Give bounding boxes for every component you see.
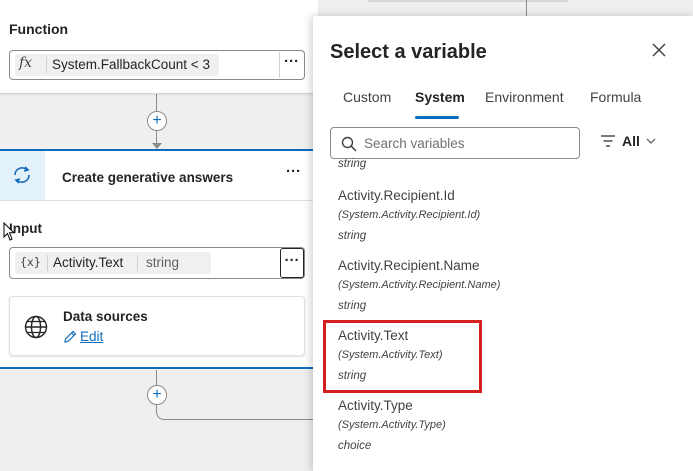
canvas-connector — [526, 0, 527, 16]
generative-answers-node-card[interactable]: Create generative answers ··· Input {x} … — [0, 149, 318, 369]
filter-label: All — [622, 133, 640, 149]
chip-divider — [47, 255, 48, 271]
select-variable-panel: Select a variable Custom System Environm… — [313, 16, 693, 471]
edit-data-sources-link[interactable]: Edit — [63, 329, 103, 344]
generative-answers-icon — [14, 166, 30, 184]
highlight-box — [323, 320, 482, 393]
input-more-button[interactable]: ··· — [280, 248, 304, 278]
edit-link-label: Edit — [80, 329, 104, 344]
add-node-button[interactable]: + — [147, 385, 167, 405]
pencil-icon — [64, 330, 77, 343]
condition-node-card[interactable]: Function fx System.FallbackCount < 3 ··· — [0, 0, 318, 94]
filter-dropdown[interactable]: All — [600, 133, 656, 149]
variable-name: Activity.Recipient.Name — [338, 258, 480, 273]
function-expression-field[interactable]: fx System.FallbackCount < 3 ··· — [9, 50, 305, 80]
panel-title: Select a variable — [330, 41, 487, 63]
variable-type: string — [146, 255, 180, 270]
search-input[interactable] — [364, 133, 574, 153]
add-node-button[interactable]: + — [147, 111, 167, 131]
node-title: Create generative answers — [62, 170, 234, 185]
active-tab-indicator — [415, 116, 459, 119]
variable-path: (System.Activity.Type) — [338, 419, 446, 431]
list-item-type: string — [338, 158, 367, 170]
divider — [0, 200, 318, 201]
chevron-down-icon — [646, 138, 656, 144]
filter-icon — [601, 135, 615, 147]
variable-type: string — [338, 230, 367, 242]
variable-tabs: Custom System Environment Formula — [313, 88, 693, 120]
close-icon[interactable] — [649, 40, 669, 60]
tab-formula[interactable]: Formula — [590, 89, 641, 105]
chip-divider — [137, 255, 138, 271]
chip-divider — [46, 57, 47, 73]
variable-list: string Activity.Recipient.Id (System.Act… — [313, 156, 693, 471]
variable-type: string — [338, 300, 367, 312]
mouse-cursor-icon — [3, 222, 15, 241]
variable-path: (System.Activity.Recipient.Id) — [338, 209, 481, 221]
data-sources-card: Data sources Edit — [9, 296, 305, 356]
expression-text: System.FallbackCount < 3 — [52, 57, 210, 72]
node-icon-area — [0, 151, 45, 200]
expression-chip[interactable]: fx System.FallbackCount < 3 — [15, 54, 219, 76]
variable-path: (System.Activity.Recipient.Name) — [338, 279, 501, 291]
variable-name: Activity.Type — [338, 398, 413, 413]
variable-chip[interactable]: {x} Activity.Text string — [15, 252, 211, 274]
connector-line — [156, 370, 157, 386]
variable-icon: {x} — [20, 255, 41, 269]
function-label: Function — [9, 21, 69, 37]
fx-icon: fx — [19, 55, 33, 71]
input-variable-field[interactable]: {x} Activity.Text string ··· — [9, 247, 305, 279]
variable-item-activity-type[interactable]: Activity.Type (System.Activity.Type) cho… — [330, 396, 670, 462]
canvas-node-edge — [368, 0, 568, 2]
tab-custom[interactable]: Custom — [343, 89, 391, 105]
tab-environment[interactable]: Environment — [485, 89, 564, 105]
search-box[interactable] — [330, 127, 580, 159]
data-sources-title: Data sources — [63, 309, 148, 324]
variable-name: Activity.Recipient.Id — [338, 188, 455, 203]
branch-connector — [156, 405, 316, 420]
search-icon — [341, 136, 357, 152]
tab-system[interactable]: System — [415, 89, 465, 105]
variable-item-recipient-id[interactable]: Activity.Recipient.Id (System.Activity.R… — [330, 186, 670, 252]
variable-type: choice — [338, 440, 372, 452]
variable-item-recipient-name[interactable]: Activity.Recipient.Name (System.Activity… — [330, 256, 670, 322]
variable-name: Activity.Text — [53, 255, 124, 270]
node-more-button[interactable]: ··· — [286, 163, 301, 180]
expression-more-button[interactable]: ··· — [279, 52, 303, 78]
globe-icon — [24, 315, 48, 339]
